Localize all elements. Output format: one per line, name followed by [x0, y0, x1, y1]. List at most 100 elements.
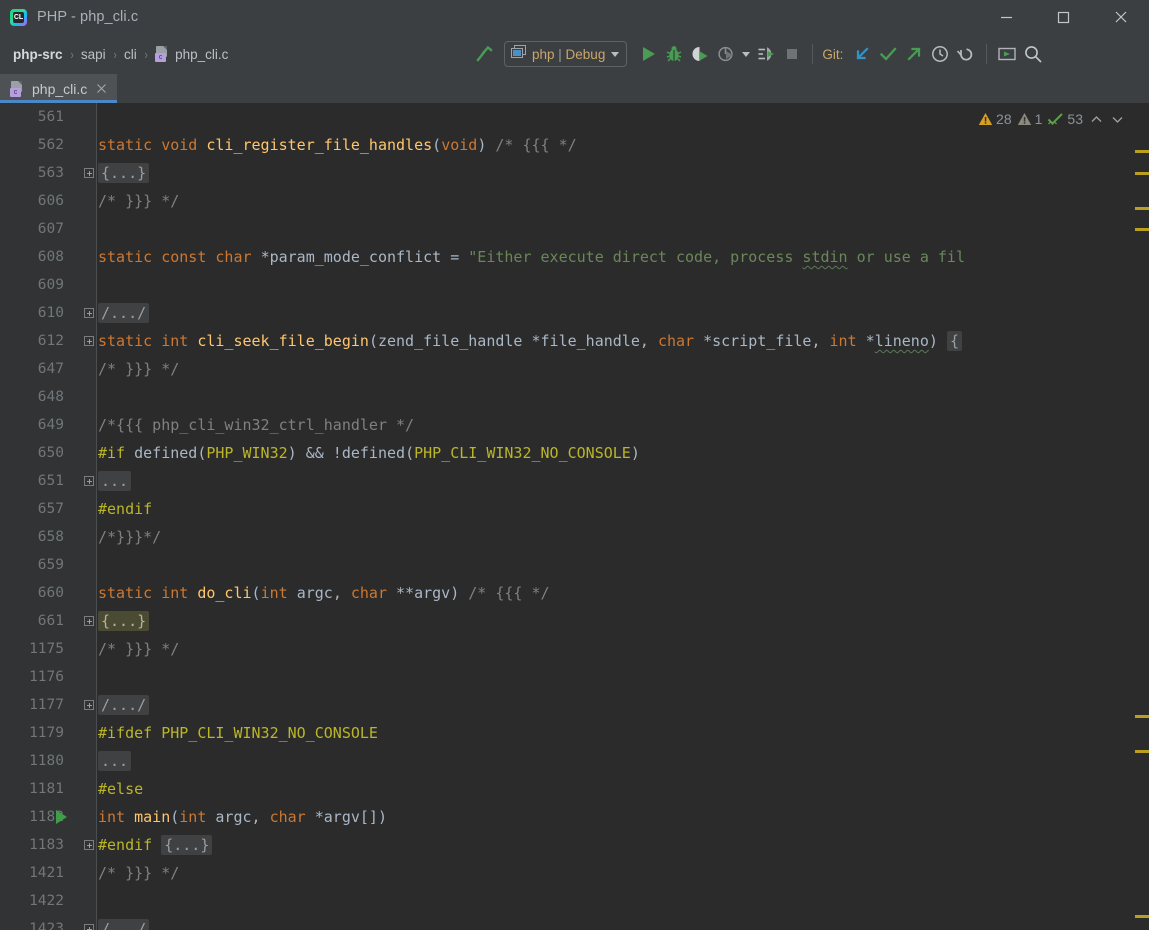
code-line[interactable]: 610 /.../ — [0, 299, 1149, 327]
warning-stripe[interactable] — [1135, 715, 1149, 718]
line-number: 1183 — [29, 837, 64, 853]
code-line[interactable]: 1423 /.../ — [0, 915, 1149, 930]
fold-expand-icon[interactable] — [84, 840, 94, 850]
code-text: /* }}} */ — [98, 640, 180, 658]
code-line[interactable]: 1421 /* }}} */ — [0, 859, 1149, 887]
code-text: /.../ — [98, 915, 150, 930]
code-text: static int do_cli(int argc, char **argv)… — [98, 584, 550, 602]
warning-stripe[interactable] — [1135, 750, 1149, 753]
profile-dropdown-button[interactable] — [739, 40, 753, 68]
line-number: 1177 — [29, 697, 64, 713]
line-number: 660 — [37, 585, 64, 601]
arrow-down-left-icon[interactable] — [849, 40, 875, 68]
line-number: 1422 — [29, 893, 64, 909]
warning-stripe[interactable] — [1135, 150, 1149, 153]
inspection-widget[interactable]: 28 1 53 — [978, 111, 1125, 127]
undo-icon[interactable] — [953, 40, 979, 68]
code-line[interactable]: 647 /* }}} */ — [0, 355, 1149, 383]
terminal-icon[interactable] — [994, 40, 1020, 68]
line-number: 563 — [37, 165, 64, 181]
code-line[interactable]: 612 static int cli_seek_file_begin(zend_f… — [0, 327, 1149, 355]
warnings-indicator[interactable]: 28 — [978, 111, 1012, 127]
fold-expand-icon[interactable] — [84, 168, 94, 178]
fold-expand-icon[interactable] — [84, 616, 94, 626]
code-line[interactable]: 648 — [0, 383, 1149, 411]
code-line[interactable]: 661 {...} — [0, 607, 1149, 635]
code-line[interactable]: 607 — [0, 215, 1149, 243]
code-line[interactable]: 608 static const char *param_mode_conflic… — [0, 243, 1149, 271]
fold-expand-icon[interactable] — [84, 700, 94, 710]
code-line[interactable]: 1183 #endif {...} — [0, 831, 1149, 859]
breadcrumb-item-cli[interactable]: cli — [121, 45, 140, 64]
run-configuration-selector[interactable]: php | Debug — [504, 41, 628, 67]
code-line[interactable]: 1181 #else — [0, 775, 1149, 803]
code-editor[interactable]: 561 562 static void cli_register_file_hand… — [0, 103, 1149, 930]
run-button[interactable] — [635, 40, 661, 68]
clock-icon[interactable] — [927, 40, 953, 68]
fold-expand-icon[interactable] — [84, 924, 94, 930]
line-number: 609 — [37, 277, 64, 293]
bug-icon[interactable] — [661, 40, 687, 68]
warning-stripe[interactable] — [1135, 915, 1149, 918]
maximize-button[interactable] — [1035, 0, 1092, 34]
checkmark-icon[interactable] — [875, 40, 901, 68]
breadcrumb: php-src › sapi › cli › c php_cli.c — [10, 44, 231, 64]
stop-button[interactable] — [779, 40, 805, 68]
code-line[interactable]: 658 /*}}}*/ — [0, 523, 1149, 551]
window-controls — [978, 0, 1149, 34]
warning-stripe[interactable] — [1135, 172, 1149, 175]
code-text: #endif {...} — [98, 831, 213, 859]
code-text: {...} — [98, 159, 150, 187]
code-line[interactable]: 1179 #ifdef PHP_CLI_WIN32_NO_CONSOLE — [0, 719, 1149, 747]
search-icon[interactable] — [1020, 40, 1046, 68]
code-line[interactable]: 1177 /.../ — [0, 691, 1149, 719]
code-line[interactable]: 606 /* }}} */ — [0, 187, 1149, 215]
code-line[interactable]: 563 {...} — [0, 159, 1149, 187]
weak-warnings-indicator[interactable]: 1 — [1017, 111, 1042, 127]
code-line[interactable]: 1176 — [0, 663, 1149, 691]
clion-window: CL PHP - php_cli.c php-src › sapi › cli … — [0, 0, 1149, 930]
coverage-icon[interactable] — [687, 40, 713, 68]
code-line[interactable]: 1422 — [0, 887, 1149, 915]
code-line[interactable]: 657 #endif — [0, 495, 1149, 523]
code-line[interactable]: 609 — [0, 271, 1149, 299]
code-text: static const char *param_mode_conflict =… — [98, 248, 965, 266]
profile-icon[interactable] — [713, 40, 739, 68]
fold-expand-icon[interactable] — [84, 476, 94, 486]
close-button[interactable] — [1092, 0, 1149, 34]
code-text: static void cli_register_file_handles(vo… — [98, 136, 577, 154]
code-line[interactable]: 650 #if defined(PHP_WIN32) && !defined(PH… — [0, 439, 1149, 467]
fold-expand-icon[interactable] — [84, 336, 94, 346]
line-number: 1176 — [29, 669, 64, 685]
minimize-button[interactable] — [978, 0, 1035, 34]
code-line[interactable]: 1175 /* }}} */ — [0, 635, 1149, 663]
marker-gutter[interactable] — [1135, 103, 1149, 930]
close-icon[interactable] — [94, 81, 109, 96]
code-line[interactable]: 649 /*{{{ php_cli_win32_ctrl_handler */ — [0, 411, 1149, 439]
warning-stripe[interactable] — [1135, 207, 1149, 210]
hammer-icon[interactable] — [470, 40, 496, 68]
line-number: 561 — [37, 109, 64, 125]
warning-stripe[interactable] — [1135, 228, 1149, 231]
code-line[interactable]: 659 — [0, 551, 1149, 579]
run-gutter-icon[interactable] — [56, 810, 67, 824]
code-text: /*}}}*/ — [98, 528, 162, 546]
code-line[interactable]: 561 — [0, 103, 1149, 131]
code-line[interactable]: 660 static int do_cli(int argc, char **ar… — [0, 579, 1149, 607]
breadcrumb-item-php-src[interactable]: php-src — [10, 45, 66, 64]
code-line[interactable]: 1182 int main(int argc, char *argv[]) — [0, 803, 1149, 831]
green-check-icon — [1048, 113, 1064, 125]
code-line[interactable]: 562 static void cli_register_file_handles… — [0, 131, 1149, 159]
code-line[interactable]: 651... — [0, 467, 1149, 495]
breadcrumb-item-php-cli-c[interactable]: c php_cli.c — [152, 44, 231, 64]
chevron-up-icon[interactable] — [1088, 111, 1104, 127]
fold-expand-icon[interactable] — [84, 308, 94, 318]
chevron-down-icon[interactable] — [1109, 111, 1125, 127]
passed-indicator[interactable]: 53 — [1047, 111, 1083, 127]
attach-icon[interactable] — [753, 40, 779, 68]
code-line[interactable]: 1180... — [0, 747, 1149, 775]
passed-count: 53 — [1067, 111, 1083, 127]
arrow-up-right-icon[interactable] — [901, 40, 927, 68]
breadcrumb-item-sapi[interactable]: sapi — [78, 45, 109, 64]
tab-php-cli-c[interactable]: c php_cli.c — [0, 74, 118, 103]
